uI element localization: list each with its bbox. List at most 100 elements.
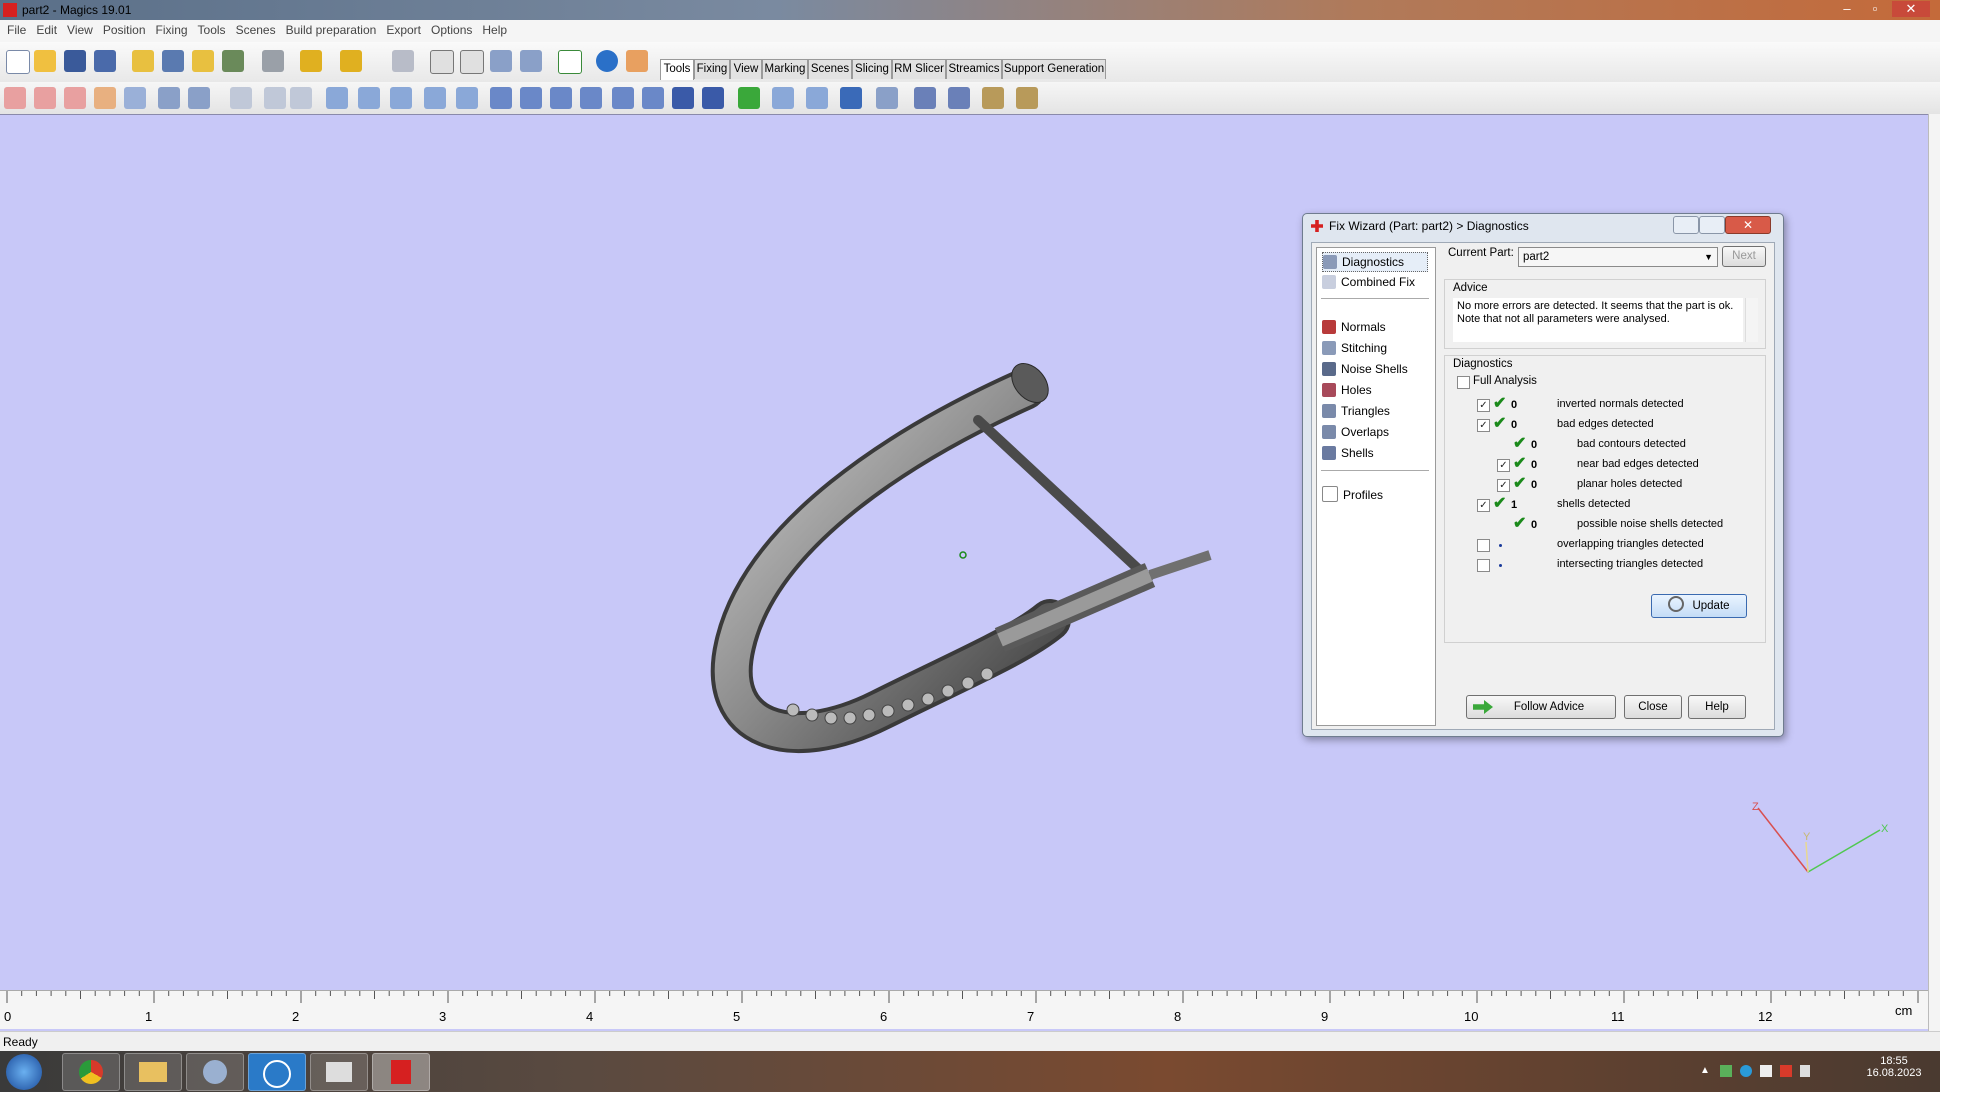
tab-view[interactable]: View [730, 59, 762, 79]
tab-rm-slicer[interactable]: RM Slicer [892, 59, 946, 79]
next-button[interactable]: Next [1722, 246, 1766, 267]
tab-tools[interactable]: Tools [660, 59, 694, 80]
report-icon[interactable] [982, 87, 1004, 109]
create-cylinder-icon[interactable] [390, 87, 412, 109]
nav-combined-fix[interactable]: Combined Fix [1322, 273, 1415, 291]
translate-icon[interactable] [4, 87, 26, 109]
nav-profiles[interactable]: Profiles [1322, 486, 1383, 504]
viewport-side-panel[interactable] [1928, 114, 1940, 1031]
new-file-icon[interactable] [6, 50, 30, 74]
create-sphere-icon[interactable] [424, 87, 446, 109]
measure-icon[interactable] [702, 87, 724, 109]
planar-holes-checkbox[interactable]: ✓ [1497, 479, 1510, 492]
solid-box-icon[interactable] [358, 87, 380, 109]
advice-scrollbar[interactable] [1745, 298, 1758, 342]
create-cone-icon[interactable] [456, 87, 478, 109]
settings-icon[interactable] [914, 87, 936, 109]
close-window-button[interactable]: ✕ [1892, 1, 1930, 17]
plugin-icon[interactable] [1016, 87, 1038, 109]
follow-advice-button[interactable]: Follow Advice [1466, 695, 1616, 719]
update-icon[interactable] [1740, 1065, 1752, 1077]
nav-diagnostics[interactable]: Diagnostics [1322, 252, 1428, 272]
menu-fixing[interactable]: Fixing [151, 20, 193, 40]
wrap-icon[interactable] [642, 87, 664, 109]
shells-checkbox[interactable]: ✓ [1477, 499, 1490, 512]
offset-icon[interactable] [264, 87, 286, 109]
tab-marking[interactable]: Marking [762, 59, 808, 79]
smooth-icon[interactable] [612, 87, 634, 109]
print-icon[interactable] [262, 50, 284, 72]
tab-scenes[interactable]: Scenes [808, 59, 852, 79]
rotate-view-icon[interactable] [430, 50, 454, 74]
zoom-window-icon[interactable] [520, 50, 542, 72]
menu-help[interactable]: Help [477, 20, 512, 40]
nav-holes[interactable]: Holes [1322, 381, 1372, 399]
texture-icon[interactable] [806, 87, 828, 109]
menu-view[interactable]: View [62, 20, 98, 40]
unload-part-icon[interactable] [222, 50, 244, 72]
start-button-icon[interactable] [6, 1054, 42, 1090]
menu-export[interactable]: Export [381, 20, 426, 40]
shell-icon[interactable] [490, 87, 512, 109]
maximize-button[interactable]: ▫ [1862, 1, 1888, 17]
app-taskbar-icon[interactable] [186, 1053, 244, 1091]
menu-edit[interactable]: Edit [31, 20, 62, 40]
full-analysis-checkbox[interactable] [1457, 376, 1470, 389]
nav-noise-shells[interactable]: Noise Shells [1322, 360, 1408, 378]
import-part-icon[interactable] [132, 50, 154, 72]
surface-icon[interactable] [520, 87, 542, 109]
tab-support-generation[interactable]: Support Generation [1002, 59, 1106, 79]
duplicate-icon[interactable] [124, 87, 146, 109]
clock[interactable]: 18:55 16.08.2023 [1852, 1055, 1936, 1079]
boolean-icon[interactable] [188, 87, 210, 109]
nav-normals[interactable]: Normals [1322, 318, 1386, 336]
tab-fixing[interactable]: Fixing [694, 59, 730, 79]
bad-edges-checkbox[interactable]: ✓ [1477, 419, 1490, 432]
section-icon[interactable] [738, 87, 760, 109]
menu-position[interactable]: Position [98, 20, 151, 40]
explorer-taskbar-icon[interactable] [124, 1053, 182, 1091]
inverted-normals-checkbox[interactable]: ✓ [1477, 399, 1490, 412]
flag-icon[interactable] [1780, 1065, 1792, 1077]
save-icon[interactable] [64, 50, 86, 72]
part-properties-icon[interactable] [840, 87, 862, 109]
network-icon[interactable] [1720, 1065, 1732, 1077]
tray-icons[interactable]: ▲ [1700, 1065, 1810, 1079]
context-help-icon[interactable] [626, 50, 648, 72]
help-icon[interactable] [596, 50, 618, 72]
zoom-icon[interactable] [490, 50, 512, 72]
pan-icon[interactable] [460, 50, 484, 74]
menu-scenes[interactable]: Scenes [231, 20, 281, 40]
split-icon[interactable] [550, 87, 572, 109]
load-scene-icon[interactable] [192, 50, 214, 72]
menu-file[interactable]: File [2, 20, 31, 40]
rotate-part-icon[interactable] [34, 87, 56, 109]
undo-icon[interactable] [300, 50, 322, 72]
part-list-icon[interactable] [876, 87, 898, 109]
options-icon[interactable] [948, 87, 970, 109]
dialog-maximize-button[interactable] [1699, 216, 1725, 234]
update-button[interactable]: Update [1651, 594, 1747, 618]
cut-icon[interactable] [158, 87, 180, 109]
help-button[interactable]: Help [1688, 695, 1746, 719]
vpn-taskbar-icon[interactable] [248, 1053, 306, 1091]
check-list-icon[interactable] [558, 50, 582, 74]
sweep-icon[interactable] [580, 87, 602, 109]
language-icon[interactable] [1760, 1065, 1772, 1077]
cad-taskbar-icon[interactable] [310, 1053, 368, 1091]
minimize-button[interactable]: – [1834, 1, 1860, 17]
nav-shells[interactable]: Shells [1322, 444, 1374, 462]
hollow-icon[interactable] [230, 87, 252, 109]
dialog-close-x-button[interactable]: ✕ [1725, 216, 1771, 234]
nav-stitching[interactable]: Stitching [1322, 339, 1387, 357]
redo-icon[interactable] [340, 50, 362, 72]
menu-build-preparation[interactable]: Build preparation [281, 20, 382, 40]
tab-streamics[interactable]: Streamics [946, 59, 1002, 79]
save-part-icon[interactable] [162, 50, 184, 72]
volume-icon[interactable] [1800, 1065, 1810, 1077]
extrude-icon[interactable] [326, 87, 348, 109]
select-icon[interactable] [392, 50, 414, 72]
label-icon[interactable] [772, 87, 794, 109]
menu-tools[interactable]: Tools [193, 20, 231, 40]
close-button[interactable]: Close [1624, 695, 1682, 719]
